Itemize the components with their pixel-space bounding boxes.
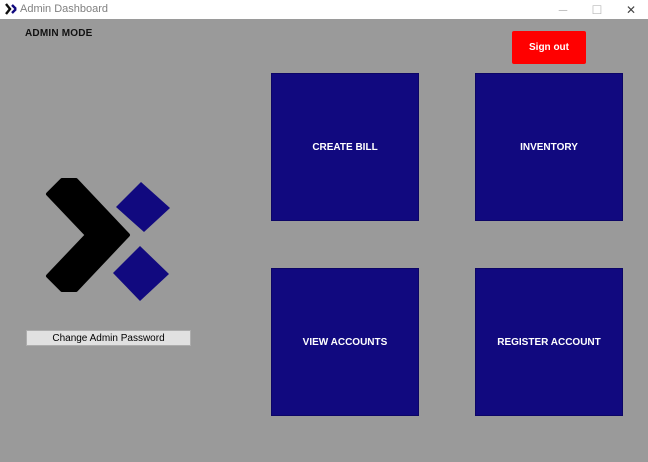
change-admin-password-button[interactable]: Change Admin Password [26, 330, 191, 346]
inventory-button[interactable]: INVENTORY [475, 73, 623, 221]
dashboard-panel: ADMIN MODE Sign out CREATE BILL INVENTOR… [0, 19, 648, 462]
app-logo-icon [5, 3, 17, 15]
minimize-button[interactable]: ─ [546, 0, 580, 19]
register-account-button[interactable]: REGISTER ACCOUNT [475, 268, 623, 416]
create-bill-button[interactable]: CREATE BILL [271, 73, 419, 221]
title-bar: Admin Dashboard ─ ☐ ✕ [0, 0, 648, 19]
close-button[interactable]: ✕ [614, 0, 648, 19]
sign-out-button[interactable]: Sign out [512, 31, 586, 64]
mode-label: ADMIN MODE [25, 28, 93, 39]
x-logo-icon [46, 178, 170, 301]
view-accounts-button[interactable]: VIEW ACCOUNTS [271, 268, 419, 416]
maximize-button[interactable]: ☐ [580, 0, 614, 19]
window-title: Admin Dashboard [20, 3, 109, 15]
